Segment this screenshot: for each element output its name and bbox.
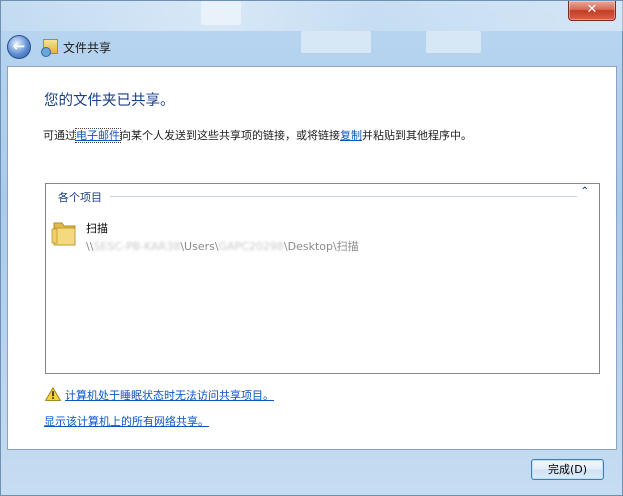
background-window-ghost bbox=[426, 31, 481, 53]
dialog-window: ✕ ← 文件共享 您的文件夹已共享。 可通过电子邮件向某个人发送到这些共享项的链… bbox=[0, 0, 623, 496]
page-heading: 您的文件夹已共享。 bbox=[44, 93, 175, 109]
group-header-label: 各个项目 bbox=[58, 191, 102, 204]
file-sharing-icon bbox=[41, 39, 58, 57]
window-title: 文件共享 bbox=[63, 41, 112, 55]
copy-link[interactable]: 复制 bbox=[340, 129, 362, 142]
email-link[interactable]: 电子邮件 bbox=[75, 128, 121, 143]
titlebar-background bbox=[1, 1, 623, 31]
desc-text-3: 并粘贴到其他程序中。 bbox=[362, 129, 472, 142]
path-machine-name: SESC-PB-KAR38 bbox=[93, 240, 181, 253]
share-description: 可通过电子邮件向某个人发送到这些共享项的链接，或将链接复制并粘贴到其他程序中。 bbox=[43, 127, 472, 143]
desc-text-1: 可通过 bbox=[43, 129, 76, 142]
path-users: \Users\ bbox=[180, 240, 219, 253]
back-button[interactable]: ← bbox=[7, 35, 31, 59]
warning-icon bbox=[45, 387, 61, 401]
path-user-name: GAPC20298 bbox=[218, 240, 284, 253]
list-item-name[interactable]: 扫描 bbox=[86, 220, 108, 236]
desc-text-2: 向某个人发送到这些共享项的链接，或将链接 bbox=[120, 129, 340, 142]
collapse-chevron-icon[interactable]: ⌃ bbox=[581, 186, 589, 197]
folder-icon bbox=[51, 222, 76, 246]
content-panel: 您的文件夹已共享。 可通过电子邮件向某个人发送到这些共享项的链接，或将链接复制并… bbox=[7, 66, 617, 450]
background-window-ghost bbox=[201, 1, 241, 25]
list-item-path: \\SESC-PB-KAR38\Users\GAPC20298\Desktop\… bbox=[86, 238, 359, 254]
done-button[interactable]: 完成(D) bbox=[531, 459, 604, 480]
show-all-shares-link[interactable]: 显示该计算机上的所有网络共享。 bbox=[44, 413, 209, 429]
sleep-warning-link[interactable]: 计算机处于睡眠状态时无法访问共享项目。 bbox=[65, 387, 274, 403]
background-window-ghost bbox=[301, 31, 371, 53]
group-header-divider bbox=[110, 196, 577, 197]
close-icon: ✕ bbox=[586, 2, 598, 17]
close-button[interactable]: ✕ bbox=[568, 1, 616, 21]
back-arrow-icon: ← bbox=[12, 37, 26, 55]
path-tail: \Desktop\扫描 bbox=[283, 240, 359, 253]
shared-items-list[interactable]: 各个项目 ⌃ 扫描 \\SESC-PB-KAR38\Users\GAPC2029… bbox=[45, 183, 600, 374]
